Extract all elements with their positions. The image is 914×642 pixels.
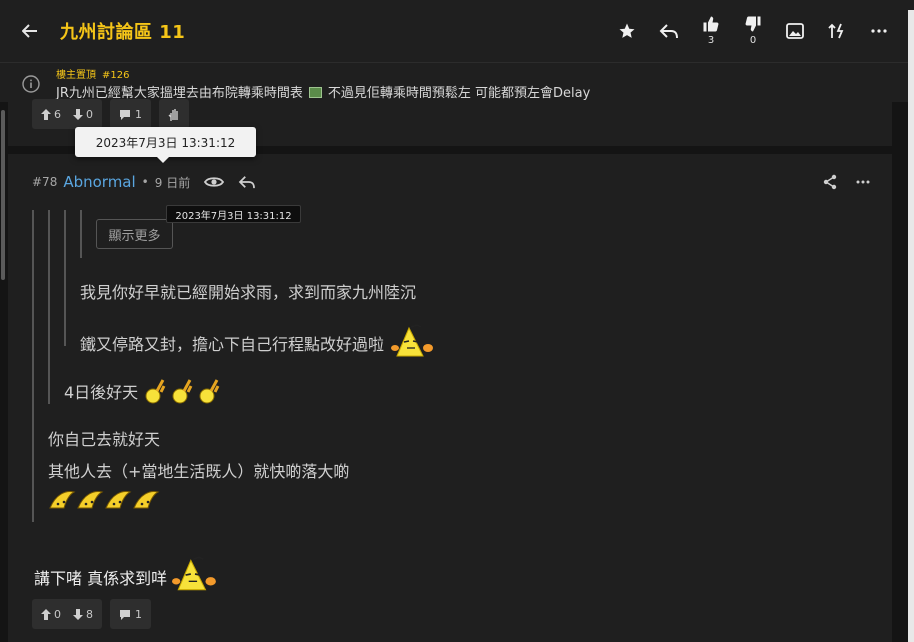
downvote-count: 8 — [86, 607, 93, 621]
image-icon — [786, 23, 804, 39]
view-button[interactable] — [204, 175, 225, 189]
hand-icon — [168, 108, 178, 121]
sticker-emoji-icon — [172, 556, 217, 591]
quote-text-with-emoji: 鐵又停路又封，擔心下自己行程點改好過啦 — [80, 324, 435, 358]
like-button[interactable]: 3 — [690, 0, 732, 62]
toolbar: 3 0 — [606, 0, 900, 62]
thread-title: 九州討論區 11 — [60, 22, 186, 43]
reply-icon — [659, 24, 678, 39]
sort-icon — [828, 23, 844, 39]
reply-count: 1 — [135, 607, 142, 621]
quote-line-level1 — [32, 210, 34, 522]
arrow-up-icon — [41, 108, 51, 120]
reply-button[interactable] — [648, 0, 690, 62]
more-horizontal-icon — [871, 29, 887, 33]
quote-text-with-emoji: 4日後好天 — [64, 378, 227, 404]
arrow-up-icon — [41, 608, 51, 620]
post-replies-button[interactable]: 1 — [110, 599, 151, 629]
back-button[interactable] — [0, 0, 60, 62]
more-horizontal-icon — [856, 180, 870, 184]
post-body-text: 講下啫 真係求到咩 — [34, 569, 168, 588]
comment-icon — [120, 109, 130, 120]
post-more-button[interactable] — [856, 180, 870, 184]
show-more-button[interactable]: 顯示更多 — [96, 219, 173, 249]
window-edge — [908, 10, 914, 642]
pinned-banner[interactable]: 樓主置頂 #126 JR九州已經幫大家搵埋去由布院轉乘時間表 不過見佢轉乘時間預鬆左… — [0, 62, 914, 102]
share-icon — [823, 174, 837, 190]
scrollbar-thumb[interactable] — [1, 110, 5, 280]
timestamp-tooltip: 2023年7月3日 13:31:12 — [75, 127, 256, 163]
post-actions: 0 8 1 — [32, 599, 151, 629]
upvote-count: 6 — [54, 107, 61, 121]
sticker-emoji-icon — [391, 324, 434, 357]
quote-text: 其他人去（+當地生活既人）就快啲落大啲 — [48, 462, 350, 481]
post-body: 講下啫 真係求到咩 — [34, 556, 218, 592]
emoji-row — [48, 488, 160, 518]
arrow-down-icon — [73, 108, 83, 120]
forum-page: 九州討論區 11 3 0 樓主置頂 #126 JR九州已經幫大家搵埋去由布院轉乘… — [0, 0, 914, 642]
pinned-tag: 樓主置頂 #126 — [56, 66, 129, 81]
post-header: #78 Abnormal • 9 日前 — [32, 170, 256, 194]
quote-reply-button[interactable] — [238, 175, 256, 189]
previous-post-replies-button[interactable]: 1 — [110, 99, 151, 129]
downvote-button[interactable]: 8 — [73, 608, 93, 621]
comment-icon — [120, 609, 130, 620]
quote-line-level2 — [48, 210, 50, 404]
author-name[interactable]: Abnormal — [63, 173, 135, 191]
image-mode-button[interactable] — [774, 0, 816, 62]
reply-icon — [238, 176, 256, 189]
top-bar: 九州討論區 11 3 0 — [0, 0, 914, 62]
post-time[interactable]: 9 日前 — [155, 174, 190, 191]
arrow-down-icon — [73, 608, 83, 620]
left-scrollbar[interactable] — [0, 62, 6, 642]
hide-button[interactable] — [159, 99, 189, 129]
quote-line-level4 — [80, 210, 82, 258]
info-icon — [22, 75, 40, 93]
dislike-button[interactable]: 0 — [732, 0, 774, 62]
separator-dot: • — [141, 175, 149, 189]
banana-emoji-icon — [49, 491, 160, 509]
dislike-count: 0 — [749, 35, 757, 46]
post-number: #78 — [32, 175, 58, 189]
quote-line-level3 — [64, 210, 66, 346]
thumbs-up-icon — [703, 16, 719, 32]
like-count: 3 — [707, 35, 715, 46]
quote-text: 鐵又停路又封，擔心下自己行程點改好過啦 — [80, 335, 385, 354]
upvote-button[interactable]: 6 — [41, 108, 61, 121]
share-button[interactable] — [822, 174, 838, 190]
bookmark-button[interactable] — [606, 0, 648, 62]
previous-post-vote-pill[interactable]: 6 0 — [32, 99, 102, 129]
reply-count: 1 — [135, 107, 142, 121]
pinned-post-number: #126 — [102, 70, 130, 81]
quote-text: 你自己去就好天 — [48, 430, 161, 449]
rock-hand-emoji-icon — [145, 379, 220, 404]
timestamp-tooltip-small: 2023年7月3日 13:31:12 — [166, 205, 301, 223]
upvote-count: 0 — [54, 607, 61, 621]
pinned-text-part2: 不過見佢轉乘時間預鬆左 可能都預左會Delay — [327, 86, 591, 101]
star-icon — [619, 23, 635, 38]
post-header-actions — [822, 170, 870, 194]
quote-text: 4日後好天 — [64, 383, 139, 402]
post-vote-pill[interactable]: 0 8 — [32, 599, 102, 629]
sort-button[interactable] — [816, 0, 858, 62]
eye-icon — [204, 177, 225, 187]
downvote-count: 0 — [86, 107, 93, 121]
quote-text: 我見你好早就已經開始求雨，求到而家九州陸沉 — [80, 283, 417, 302]
downvote-button[interactable]: 0 — [73, 108, 93, 121]
previous-post-actions: 6 0 1 — [32, 99, 189, 129]
arrow-left-icon — [22, 24, 37, 38]
pinned-label: 樓主置頂 — [56, 70, 96, 81]
image-thumbnail-icon — [308, 87, 322, 98]
upvote-button[interactable]: 0 — [41, 608, 61, 621]
thumbs-down-icon — [745, 16, 761, 32]
more-menu-button[interactable] — [858, 0, 900, 62]
